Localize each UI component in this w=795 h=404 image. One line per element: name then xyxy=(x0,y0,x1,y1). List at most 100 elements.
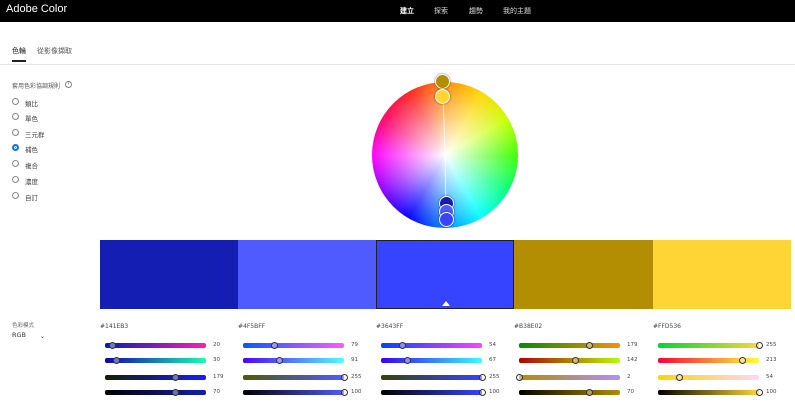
wheel-marker-5[interactable] xyxy=(435,89,450,104)
slider-thumb[interactable] xyxy=(398,342,406,349)
swatch-5-red-slider[interactable] xyxy=(658,342,763,349)
swatch-5-green-slider[interactable] xyxy=(658,357,759,364)
slider-thumb[interactable] xyxy=(270,342,278,349)
rule-label: 自訂 xyxy=(25,194,38,202)
rule-label: 複合 xyxy=(25,162,38,170)
slider-thumb[interactable] xyxy=(478,374,486,381)
swatch-5-blue-value[interactable]: 54 xyxy=(766,374,773,380)
radio-button-selected[interactable] xyxy=(12,144,19,151)
rule-label: 類比 xyxy=(25,100,38,108)
radio-button[interactable] xyxy=(12,176,19,183)
swatch-4-blue-slider[interactable] xyxy=(516,374,620,381)
swatch-3-red-slider[interactable] xyxy=(381,342,482,349)
hex-value-1[interactable]: #141EB3 xyxy=(100,323,128,330)
rule-label: 補色 xyxy=(25,146,38,154)
swatch-2-blue-slider[interactable] xyxy=(243,374,348,381)
swatch-1-blue-slider[interactable] xyxy=(105,374,206,381)
color-swatch-4[interactable] xyxy=(514,240,653,309)
nav-my-themes[interactable]: 我的主題 xyxy=(503,6,531,16)
chevron-down-icon[interactable]: ⌄ xyxy=(40,333,45,340)
swatch-2-brightness-value[interactable]: 100 xyxy=(351,389,362,395)
swatch-1-brightness-value[interactable]: 70 xyxy=(213,389,220,395)
swatch-5-red-value[interactable]: 255 xyxy=(766,342,777,348)
radio-button[interactable] xyxy=(12,113,19,120)
wheel-marker-4[interactable] xyxy=(435,74,450,89)
swatch-3-brightness-value[interactable]: 100 xyxy=(489,389,500,395)
app-logo[interactable]: Adobe Color xyxy=(6,3,67,15)
radio-button[interactable] xyxy=(12,129,19,136)
swatch-3-green-slider[interactable] xyxy=(381,357,482,364)
color-swatch-1[interactable] xyxy=(100,240,238,309)
color-swatch-3-selected[interactable] xyxy=(376,240,514,309)
color-swatch-5[interactable] xyxy=(653,240,791,309)
wheel-marker-3-base[interactable] xyxy=(439,212,454,227)
hex-value-3[interactable]: #3643FF xyxy=(376,323,403,330)
swatch-1-red-slider[interactable] xyxy=(105,342,206,349)
slider-thumb[interactable] xyxy=(340,374,348,381)
swatch-1-green-slider[interactable] xyxy=(105,357,206,364)
swatch-2-green-value[interactable]: 91 xyxy=(351,357,358,363)
swatch-3-blue-slider[interactable] xyxy=(381,374,486,381)
hex-value-2[interactable]: #4F5BFF xyxy=(238,323,265,330)
slider-thumb[interactable] xyxy=(755,389,763,396)
slider-thumb[interactable] xyxy=(172,389,180,396)
tabs-divider xyxy=(0,64,795,65)
swatch-4-red-slider[interactable] xyxy=(519,342,620,349)
swatch-2-brightness-slider[interactable] xyxy=(243,389,348,396)
slider-thumb[interactable] xyxy=(571,357,579,364)
top-bar: Adobe Color 建立 探索 趨勢 我的主題 xyxy=(0,0,795,22)
slider-thumb[interactable] xyxy=(586,389,594,396)
swatch-5-brightness-slider[interactable] xyxy=(658,389,763,396)
hex-value-4[interactable]: #B38E02 xyxy=(514,323,542,330)
hex-value-5[interactable]: #FFD536 xyxy=(653,323,681,330)
slider-thumb[interactable] xyxy=(738,357,746,364)
swatch-4-brightness-slider[interactable] xyxy=(519,389,620,396)
swatch-5-blue-slider[interactable] xyxy=(658,374,759,381)
color-mode-label: 色彩模式 xyxy=(12,323,35,329)
swatch-3-brightness-slider[interactable] xyxy=(381,389,486,396)
swatch-2-green-slider[interactable] xyxy=(243,357,344,364)
swatch-3-blue-value[interactable]: 255 xyxy=(489,374,500,380)
swatch-2-red-value[interactable]: 79 xyxy=(351,342,358,348)
slider-thumb[interactable] xyxy=(675,374,683,381)
color-swatch-2[interactable] xyxy=(238,240,376,309)
swatch-4-red-value[interactable]: 179 xyxy=(627,342,638,348)
swatch-4-brightness-value[interactable]: 70 xyxy=(627,389,634,395)
slider-thumb[interactable] xyxy=(478,389,486,396)
swatch-3-red-value[interactable]: 54 xyxy=(489,342,496,348)
tab-color-wheel[interactable]: 色輪 xyxy=(12,46,26,62)
radio-button[interactable] xyxy=(12,160,19,167)
swatch-4-green-value[interactable]: 142 xyxy=(627,357,638,363)
nav-trends[interactable]: 趨勢 xyxy=(469,6,483,16)
slider-thumb[interactable] xyxy=(404,357,412,364)
slider-thumb[interactable] xyxy=(113,357,121,364)
harmony-rules-title: 套用色彩協調規則 xyxy=(12,83,61,90)
swatch-1-brightness-slider[interactable] xyxy=(105,389,206,396)
slider-thumb[interactable] xyxy=(275,357,283,364)
radio-button[interactable] xyxy=(12,192,19,199)
slider-thumb[interactable] xyxy=(172,374,180,381)
nav-explore[interactable]: 探索 xyxy=(434,6,448,16)
swatch-2-red-slider[interactable] xyxy=(243,342,344,349)
swatch-1-red-value[interactable]: 20 xyxy=(213,342,220,348)
selected-swatch-indicator xyxy=(442,301,450,306)
swatch-4-blue-value[interactable]: 2 xyxy=(627,374,631,380)
tab-extract-from-image[interactable]: 從影像擷取 xyxy=(37,46,72,56)
swatch-5-brightness-value[interactable]: 100 xyxy=(766,389,777,395)
radio-button[interactable] xyxy=(12,98,19,105)
slider-thumb[interactable] xyxy=(516,374,524,381)
swatch-1-green-value[interactable]: 30 xyxy=(213,357,220,363)
nav-create[interactable]: 建立 xyxy=(400,6,414,16)
swatch-4-green-slider[interactable] xyxy=(519,357,620,364)
slider-thumb[interactable] xyxy=(755,342,763,349)
slider-thumb[interactable] xyxy=(586,342,594,349)
rule-label: 三元群 xyxy=(25,131,45,139)
swatch-5-green-value[interactable]: 213 xyxy=(766,357,777,363)
help-circle-icon[interactable]: ? xyxy=(65,81,72,88)
slider-thumb[interactable] xyxy=(340,389,348,396)
swatch-3-green-value[interactable]: 67 xyxy=(489,357,496,363)
slider-thumb[interactable] xyxy=(109,342,117,349)
swatch-1-blue-value[interactable]: 179 xyxy=(213,374,224,380)
color-wheel[interactable] xyxy=(372,74,518,228)
swatch-2-blue-value[interactable]: 255 xyxy=(351,374,362,380)
